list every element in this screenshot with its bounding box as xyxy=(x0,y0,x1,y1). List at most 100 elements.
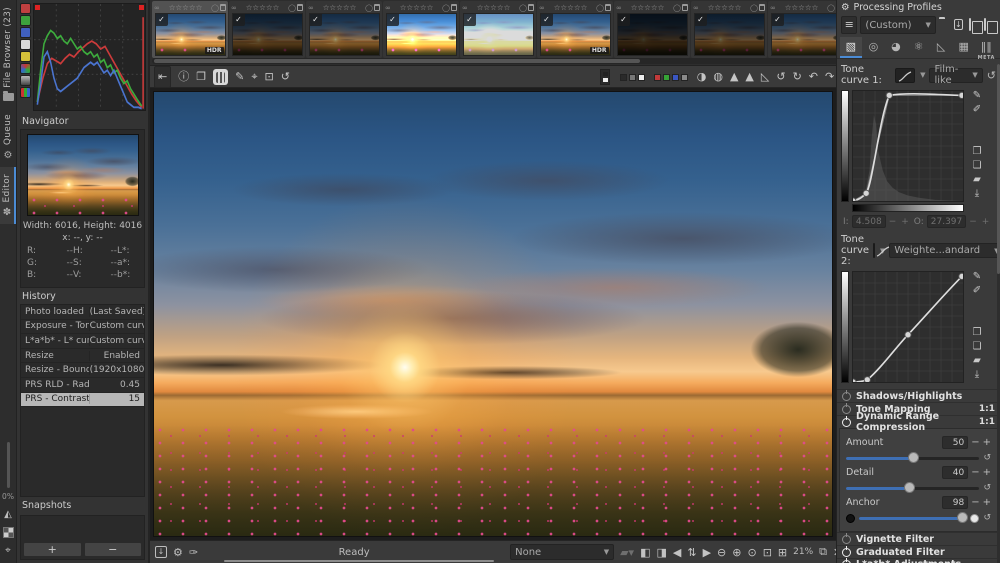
reset-icon[interactable]: ↺ xyxy=(983,453,991,463)
trash-icon[interactable] xyxy=(528,4,534,11)
save-profile-icon[interactable]: ↓ xyxy=(953,18,966,32)
load-curve-icon[interactable]: ▰ xyxy=(973,174,981,185)
snapshot-folder-icon[interactable]: ▰▾ xyxy=(620,546,634,559)
image-canvas[interactable] xyxy=(150,88,863,540)
tab-raw[interactable]: ▦ xyxy=(953,37,975,58)
power-icon[interactable] xyxy=(842,532,851,544)
tab-file-browser[interactable]: File Browser (23) xyxy=(0,0,16,107)
sharpen-mask-icon[interactable]: ◍ xyxy=(713,67,723,87)
waveform-icon[interactable]: ◺ xyxy=(761,67,769,87)
histogram-green-toggle[interactable] xyxy=(20,15,31,26)
decrement-button[interactable]: − xyxy=(971,467,979,478)
trash-icon[interactable] xyxy=(682,4,688,11)
straighten-tool-icon[interactable]: ✎ xyxy=(235,67,244,87)
tone-curve-1-editor[interactable]: ✎ ✐ ❐ ❏ ▰ ⤓ xyxy=(837,88,1000,202)
rotate-right-90-icon[interactable]: ↻ xyxy=(793,67,802,87)
preview-blue-toggle[interactable] xyxy=(671,73,679,81)
queue-processing-icon[interactable]: ⚙ xyxy=(173,546,183,559)
tab-advanced[interactable]: ⚛ xyxy=(908,37,930,58)
histogram-blue-toggle[interactable] xyxy=(20,27,31,38)
highlight-clip-warning-icon[interactable]: ▲ xyxy=(745,67,753,87)
profile-list-icon[interactable]: ≡ xyxy=(841,16,858,34)
histogram-colorbar-toggle[interactable] xyxy=(20,87,31,98)
filmstrip-thumb[interactable]: ∞ ☆☆☆☆☆ ◯ ✓ xyxy=(229,1,305,58)
tab-exposure[interactable]: ▧ xyxy=(840,37,862,58)
filmstrip-thumb[interactable]: ∞ ☆☆☆☆☆ ◯ ✓ xyxy=(768,1,844,58)
histogram-bar-toggle[interactable] xyxy=(20,75,31,86)
history-row[interactable]: Exposure - Tone c...Custom curve xyxy=(21,320,144,335)
section-lab-adjustments[interactable]: L*a*b* Adjustments xyxy=(837,558,1000,563)
preview-green-toggle[interactable] xyxy=(662,73,670,81)
hide-left-panel-icon[interactable]: ⇤ xyxy=(154,65,172,88)
paste-curve-icon[interactable]: ❏ xyxy=(973,341,982,352)
section-shadows-highlights[interactable]: Shadows/Highlights xyxy=(837,389,1000,402)
anchor-value[interactable]: 98 xyxy=(942,496,969,509)
rotate-tool-icon[interactable]: ↺ xyxy=(281,67,290,87)
copy-curve-icon[interactable]: ❐ xyxy=(973,327,982,338)
redo-icon[interactable]: ↷ xyxy=(825,67,834,87)
zoom-out-icon[interactable]: ⊖ xyxy=(717,546,726,559)
star-rating[interactable]: ☆☆☆☆☆ xyxy=(161,3,210,12)
save-image-icon[interactable]: ↓ xyxy=(155,546,167,558)
bg-dark-swatch[interactable] xyxy=(619,73,627,81)
increment-button[interactable]: + xyxy=(983,437,991,448)
increment-button[interactable]: + xyxy=(983,467,991,478)
external-editor-icon[interactable]: ✑ xyxy=(189,546,198,559)
reset-icon[interactable]: ↺ xyxy=(983,513,991,523)
after-view-icon[interactable]: ◨ xyxy=(656,546,666,559)
sort-icon[interactable]: ⇅ xyxy=(687,546,696,559)
color-picker-tool-icon[interactable]: ⌖ xyxy=(251,67,257,87)
tab-color[interactable]: ◕ xyxy=(885,37,907,58)
edit-point-icon[interactable]: ✎ xyxy=(973,90,981,101)
copy-curve-icon[interactable]: ❐ xyxy=(973,146,982,157)
histogram-red-toggle[interactable] xyxy=(20,3,31,14)
thumbnail-zoom-slider[interactable] xyxy=(6,442,10,488)
detail-slider[interactable] xyxy=(846,482,980,493)
section-dynamic-range-compression[interactable]: Dynamic Range Compression 1:1 xyxy=(837,411,1000,433)
filmstrip-thumb[interactable]: ∞ ☆☆☆☆☆ ◯ ✓ xyxy=(306,1,382,58)
pick-from-image-icon[interactable]: ✐ xyxy=(973,104,981,115)
remove-snapshot-button[interactable]: − xyxy=(83,542,142,557)
shadow-clip-warning-icon[interactable]: ▲ xyxy=(730,67,738,87)
increment-button[interactable]: + xyxy=(983,497,991,508)
paste-curve-icon[interactable]: ❏ xyxy=(973,160,982,171)
power-icon[interactable] xyxy=(842,402,851,414)
trash-icon[interactable] xyxy=(297,4,303,11)
zoom-fit-icon[interactable]: ⊞ xyxy=(778,546,787,559)
tab-queue[interactable]: Queue ⚙ xyxy=(0,107,16,167)
trash-icon[interactable] xyxy=(759,4,765,11)
amount-slider[interactable] xyxy=(846,452,980,463)
alpha-checker-icon[interactable] xyxy=(2,527,14,538)
before-after-icon[interactable]: ❐ xyxy=(196,67,206,87)
curve-type-button[interactable] xyxy=(873,243,890,258)
detail-value[interactable]: 40 xyxy=(942,466,969,479)
power-icon[interactable] xyxy=(842,545,851,557)
filmstrip-thumb[interactable]: ∞ ☆☆☆☆☆ ◯ ✓ xyxy=(383,1,459,58)
prev-image-icon[interactable]: ◀ xyxy=(673,546,681,559)
tone-curve-2-mode-select[interactable]: Weighte...andard▼ xyxy=(889,243,1000,258)
save-curve-icon[interactable]: ⤓ xyxy=(975,369,979,380)
decrement-button[interactable]: − xyxy=(971,497,979,508)
link-icon[interactable]: ∞ xyxy=(154,4,160,12)
paste-profile-icon[interactable] xyxy=(983,17,996,32)
before-view-icon[interactable]: ◧ xyxy=(640,546,650,559)
info-icon[interactable]: ⓘ xyxy=(178,67,189,87)
decrement-button[interactable]: − xyxy=(971,437,979,448)
filmstrip-thumb[interactable]: ∞ ☆☆☆☆☆ ◯ ✓ xyxy=(614,1,690,58)
curve-type-button[interactable] xyxy=(895,67,916,83)
filmstrip-thumb[interactable]: ∞ ☆☆☆☆☆ ◯ ✓ HDR xyxy=(152,1,228,58)
undo-icon[interactable]: ↶ xyxy=(809,67,818,87)
history-row[interactable]: Resize - Bounding...(1920x1080) xyxy=(21,363,144,378)
color-label-icon[interactable]: ◯ xyxy=(211,4,219,12)
preview-luma-toggle[interactable] xyxy=(680,73,688,81)
bg-white-swatch[interactable] xyxy=(637,73,645,81)
zoom-fit-crop-icon[interactable]: ⊡ xyxy=(763,546,772,559)
next-image-icon[interactable]: ▶ xyxy=(703,546,711,559)
history-row[interactable]: L*a*b* - L* curveCustom curve xyxy=(21,334,144,349)
crosshair-icon[interactable]: ⌖ xyxy=(5,545,11,556)
navigator-thumbnail[interactable] xyxy=(26,134,139,216)
preview-profile-select[interactable]: None ▼ xyxy=(510,544,615,560)
profile-select[interactable]: (Custom) ▼ xyxy=(860,16,936,34)
tab-editor[interactable]: Editor ✽ xyxy=(0,166,16,225)
filmstrip-scrollbar[interactable] xyxy=(152,58,861,64)
